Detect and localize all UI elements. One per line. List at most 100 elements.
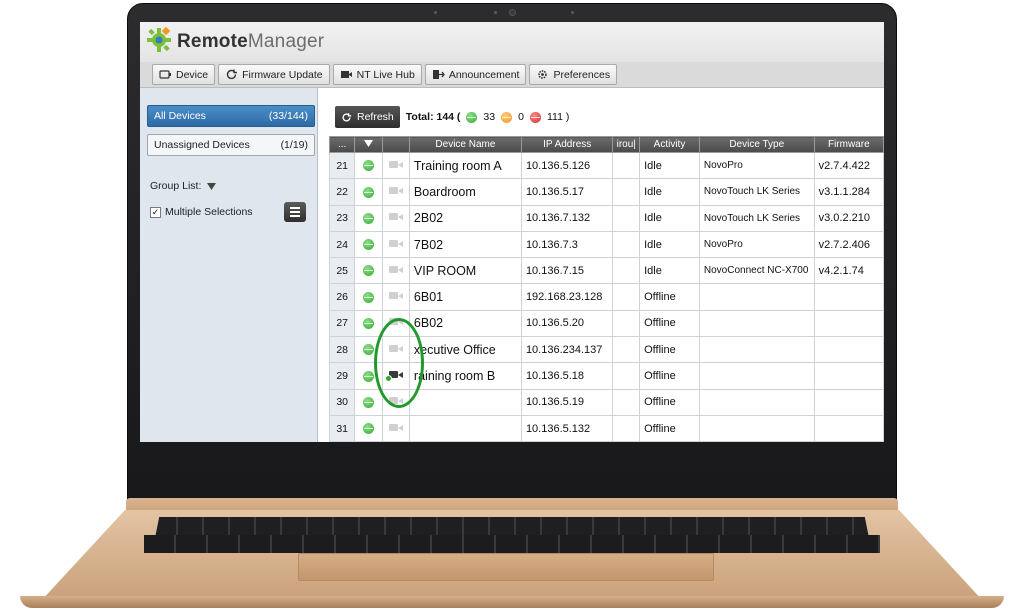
row-number: 26 (328, 283, 356, 311)
activity-cell: Offline (639, 362, 700, 390)
camera-cell[interactable] (381, 204, 410, 232)
table-header-row: ... Device Name IP Address irou| Activity Dev… (328, 136, 884, 153)
col-header-device-type[interactable]: Device Type (698, 136, 815, 153)
app-title-light: Manager (247, 31, 325, 52)
online-status-icon (362, 212, 374, 224)
group-cell (612, 230, 641, 259)
online-status-icon (362, 186, 374, 198)
activity-cell: Offline (639, 336, 700, 364)
multiple-selections-checkbox[interactable]: ✓ (150, 206, 161, 218)
table-row[interactable]: 25 VIP ROOM 10.136.7.15 Idle NovoConnect NC-… (328, 257, 884, 285)
summary-bar: Refresh Total: 144 ( 33 0 111 ) (335, 106, 569, 128)
video-camera-icon[interactable] (388, 160, 403, 169)
video-camera-icon[interactable] (388, 291, 403, 300)
announcement-label: Announcement (448, 68, 520, 81)
device-button[interactable]: Device (152, 64, 216, 85)
col-header-activity[interactable]: Activity (639, 136, 700, 153)
online-status-icon (362, 396, 374, 408)
activity-cell: Idle (639, 204, 700, 232)
firmware-cell: v2.7.4.422 (813, 151, 884, 180)
group-list-dropdown[interactable]: Group List: (150, 180, 217, 192)
col-header-status[interactable] (354, 136, 383, 153)
table-row[interactable]: 24 7B02 10.136.7.3 Idle NovoPro v2.7.2.406 (328, 230, 884, 259)
status-sort-caret-icon (363, 140, 373, 147)
group-cell (612, 414, 641, 442)
warning-count: 0 (518, 111, 524, 123)
gear-icon (538, 70, 548, 79)
sidebar-item-all-devices[interactable]: All Devices (33/144) (147, 105, 315, 127)
device-name-cell: VIP ROOM (408, 257, 522, 285)
device-type-cell: NovoTouch LK Series (698, 204, 815, 232)
menu-line (290, 211, 300, 213)
firmware-cell (813, 388, 884, 416)
sidebar-item-unassigned-devices[interactable]: Unassigned Devices (1/19) (147, 134, 315, 156)
firmware-cell: v2.7.2.406 (813, 230, 884, 259)
firmware-update-button[interactable]: Firmware Update (218, 64, 330, 85)
online-status-icon (362, 265, 374, 277)
status-cell (354, 151, 383, 180)
laptop-base (20, 596, 1004, 608)
table-row[interactable]: 23 2B02 10.136.7.132 Idle NovoTouch LK Serie… (328, 204, 884, 232)
camera-cell[interactable] (381, 151, 410, 180)
status-cell (354, 178, 383, 206)
sensor-dot (494, 11, 497, 14)
ip-address-cell: 10.136.5.132 (520, 414, 614, 442)
keyboard-lower-row (144, 535, 880, 553)
table-row[interactable]: 26 6B01 192.168.23.128 Offline (328, 283, 884, 311)
camera-cell[interactable] (381, 230, 410, 259)
video-camera-icon[interactable] (388, 186, 403, 195)
online-status-icon (362, 239, 374, 251)
group-cell (612, 283, 641, 311)
col-header-ip-address[interactable]: IP Address (520, 136, 614, 153)
status-cell (354, 230, 383, 259)
activity-cell: Offline (639, 388, 700, 416)
hamburger-menu-button[interactable] (284, 202, 306, 222)
row-number: 27 (328, 309, 356, 338)
ip-address-cell: 10.136.5.17 (520, 178, 614, 206)
device-type-cell (698, 309, 815, 338)
warning-status-icon (501, 111, 513, 123)
sensor-dot (434, 11, 437, 14)
preferences-button[interactable]: Preferences (529, 64, 618, 85)
col-header-more[interactable]: ... (328, 136, 356, 153)
announcement-button[interactable]: Announcement (424, 64, 527, 85)
group-cell (612, 178, 641, 206)
device-type-cell: NovoConnect NC-X700 (698, 257, 815, 285)
multiple-selections-option[interactable]: ✓ Multiple Selections (150, 206, 253, 218)
table-row[interactable]: 22 Boardroom 10.136.5.17 Idle NovoTouch LK S… (328, 178, 884, 206)
caret-down-icon (207, 182, 217, 190)
device-name-cell: 6B02 (408, 309, 522, 338)
online-status-icon (466, 111, 478, 123)
firmware-update-label: Firmware Update (242, 68, 323, 81)
sidebar-item-label: All Devices (154, 110, 206, 122)
device-type-cell (698, 362, 815, 390)
total-count: Total: 144 ( (405, 111, 461, 123)
device-name-cell: Training room A (408, 151, 522, 180)
offline-count: 111 ) (546, 111, 570, 123)
video-camera-icon[interactable] (388, 212, 403, 221)
online-status-icon (362, 344, 374, 356)
camera-cell[interactable] (381, 257, 410, 285)
col-header-firmware[interactable]: Firmware (813, 136, 884, 153)
col-header-device-name[interactable]: Device Name (408, 136, 522, 153)
sidebar-item-count: (33/144) (268, 110, 308, 122)
nt-live-hub-button[interactable]: NT Live Hub (332, 64, 422, 85)
video-camera-icon[interactable] (388, 265, 403, 274)
camera-cell[interactable] (381, 414, 410, 442)
refresh-button[interactable]: Refresh (335, 106, 400, 128)
col-header-camera[interactable] (381, 136, 410, 153)
video-camera-icon[interactable] (388, 423, 403, 432)
video-camera-icon (340, 71, 352, 78)
video-camera-icon[interactable] (388, 239, 403, 248)
camera-cell[interactable] (381, 283, 410, 311)
table-row[interactable]: 21 Training room A 10.136.5.126 Idle NovoPro… (328, 151, 884, 180)
camera-cell[interactable] (381, 178, 410, 206)
group-cell (612, 388, 641, 416)
firmware-cell (813, 414, 884, 442)
table-row[interactable]: 31 10.136.5.132 Offline (328, 414, 884, 442)
ip-address-cell: 10.136.5.20 (520, 309, 614, 338)
col-header-group[interactable]: irou| (612, 136, 641, 153)
refresh-label: Refresh (357, 111, 394, 123)
device-icon (159, 70, 171, 79)
status-cell (354, 204, 383, 232)
